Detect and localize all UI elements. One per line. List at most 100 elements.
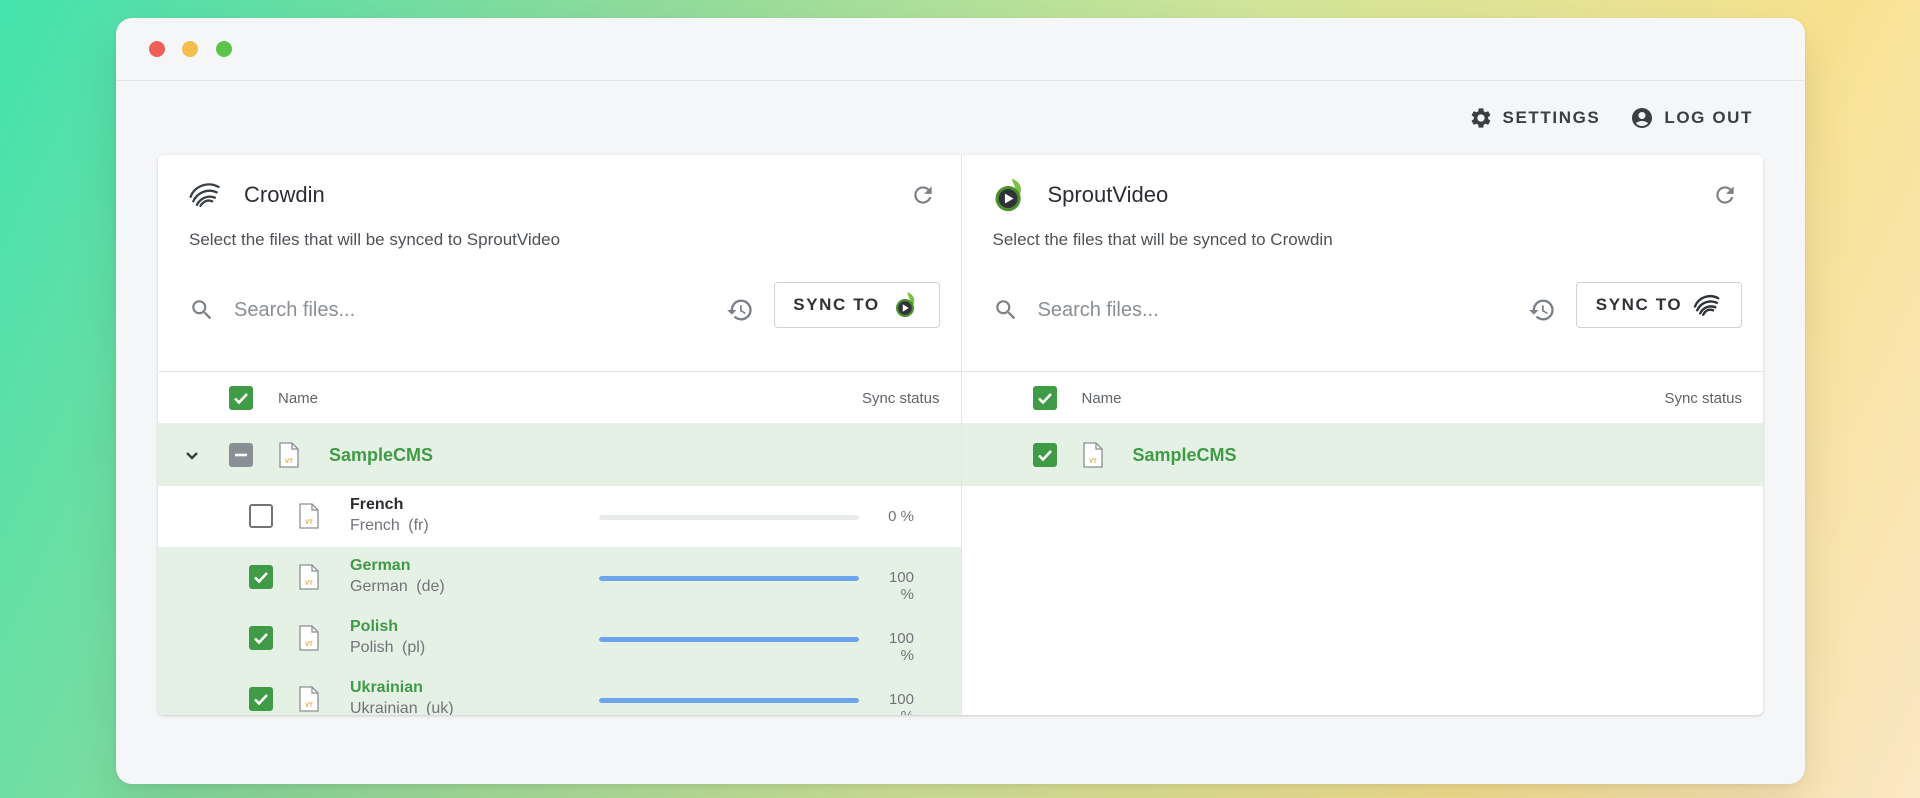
sync-progress-fill (599, 576, 859, 581)
language-row[interactable]: VT Polish Polish (pl) 100 % (158, 608, 961, 669)
logout-button[interactable]: LOG OUT (1630, 106, 1753, 130)
folder-row[interactable]: VT SampleCMS (158, 424, 961, 486)
settings-gear-icon (1471, 108, 1490, 128)
sync-progress-bar (599, 576, 859, 581)
language-list: VT French French (fr) 0 % VT German German (de… (158, 486, 961, 715)
sync-progress-label: 100 % (888, 691, 914, 715)
language-row[interactable]: VT Ukrainian Ukrainian (uk) 100 % (158, 669, 961, 715)
close-window-button[interactable] (149, 41, 165, 57)
app-window: SETTINGS LOG OUT Crowdin Select the file… (116, 18, 1805, 784)
name-column-header: Name (1081, 390, 1122, 407)
minimize-window-button[interactable] (182, 41, 198, 57)
sync-progress-bar (599, 515, 859, 520)
zoom-window-button[interactable] (216, 41, 232, 57)
select-all-checkbox[interactable] (1032, 386, 1057, 410)
crowdin-logo-icon (1694, 295, 1720, 316)
svg-text:VT: VT (305, 520, 313, 526)
language-name: Ukrainian (350, 679, 423, 696)
account-circle-icon (1632, 108, 1653, 128)
sync-progress-bar (599, 637, 859, 642)
language-name: German (350, 557, 411, 574)
check-icon (254, 633, 268, 645)
sproutvideo-panel-header: SproutVideo Select the files that will b… (961, 155, 1763, 372)
sync-status-column-header: Sync status (861, 390, 940, 407)
language-native-name: French (350, 517, 400, 534)
search-icon (192, 300, 212, 320)
language-subtitle: Polish (pl) (350, 639, 425, 657)
language-native-name: Ukrainian (350, 700, 418, 715)
sync-label: SYNC TO (1595, 295, 1683, 314)
history-icon[interactable] (1528, 296, 1556, 324)
check-icon (1037, 450, 1052, 462)
folder-name: SampleCMS (329, 445, 434, 465)
language-code: (de) (416, 578, 445, 595)
svg-text:VT: VT (1089, 459, 1097, 465)
language-checkbox[interactable] (249, 626, 273, 650)
sync-progress-label: 100 % (888, 630, 914, 664)
language-name: French (350, 496, 404, 513)
language-code: (fr) (408, 517, 429, 534)
language-code: (uk) (426, 700, 454, 715)
svg-text:VT: VT (305, 581, 313, 587)
history-icon[interactable] (726, 296, 754, 324)
panel-description: Select the files that will be synced to … (189, 230, 561, 249)
sync-progress-label: 100 % (888, 569, 914, 603)
check-icon (234, 393, 248, 405)
check-icon (254, 572, 268, 584)
sync-label: SYNC TO (793, 295, 880, 314)
vtt-file-icon: VT (299, 564, 319, 590)
title-bar (116, 18, 1805, 81)
language-row[interactable]: VT French French (fr) 0 % (158, 486, 961, 547)
column-header: Name Sync status (961, 372, 1763, 424)
language-checkbox[interactable] (249, 565, 273, 589)
folder-name: SampleCMS (1132, 445, 1237, 465)
sproutvideo-logo-icon (995, 178, 1021, 212)
settings-label: SETTINGS (1502, 108, 1601, 127)
crowdin-panel: Crowdin Select the files that will be sy… (158, 155, 961, 715)
language-name: Polish (350, 618, 399, 635)
vtt-file-icon: VT (1082, 442, 1103, 468)
folder-checkbox[interactable] (229, 443, 253, 467)
folder-row[interactable]: VT SampleCMS (961, 424, 1763, 486)
column-header: Name Sync status (158, 372, 961, 424)
chevron-down-icon[interactable] (180, 443, 204, 467)
settings-button[interactable]: SETTINGS (1469, 106, 1601, 130)
check-icon (1037, 393, 1052, 405)
sync-progress-label: 0 % (888, 508, 914, 525)
sync-progress-fill (599, 637, 859, 642)
top-nav: SETTINGS LOG OUT (1469, 106, 1753, 130)
refresh-icon[interactable] (910, 182, 936, 208)
language-checkbox[interactable] (249, 687, 273, 711)
sproutvideo-logo-icon (895, 292, 915, 317)
name-column-header: Name (278, 390, 319, 407)
crowdin-logo-icon (189, 183, 220, 207)
search-input[interactable] (1037, 291, 1478, 329)
language-native-name: Polish (350, 639, 394, 656)
select-all-checkbox[interactable] (229, 386, 253, 410)
refresh-icon[interactable] (1712, 182, 1738, 208)
language-subtitle: German (de) (350, 578, 445, 596)
logout-label: LOG OUT (1664, 108, 1753, 127)
sproutvideo-panel: SproutVideo Select the files that will b… (960, 155, 1763, 715)
sync-status-column-header: Sync status (1664, 390, 1742, 407)
panel-description: Select the files that will be synced to … (992, 230, 1333, 249)
panel-title: SproutVideo (1047, 182, 1169, 207)
language-checkbox[interactable] (249, 504, 273, 528)
language-code: (pl) (402, 639, 426, 656)
sync-progress-bar (599, 698, 859, 703)
folder-checkbox[interactable] (1032, 443, 1057, 467)
vtt-file-icon: VT (299, 625, 319, 651)
language-row[interactable]: VT German German (de) 100 % (158, 547, 961, 608)
vtt-file-icon: VT (299, 503, 319, 529)
vtt-file-icon: VT (299, 686, 319, 712)
crowdin-panel-header: Crowdin Select the files that will be sy… (158, 155, 961, 372)
sync-to-sproutvideo-button[interactable]: SYNC TO (773, 282, 940, 328)
svg-text:VT: VT (305, 703, 313, 709)
check-icon (254, 694, 268, 706)
search-input[interactable] (234, 291, 674, 329)
svg-text:VT: VT (285, 459, 293, 465)
language-native-name: German (350, 578, 408, 595)
search-icon (995, 300, 1015, 320)
panel-title: Crowdin (244, 182, 325, 207)
sync-to-crowdin-button[interactable]: SYNC TO (1576, 282, 1742, 328)
